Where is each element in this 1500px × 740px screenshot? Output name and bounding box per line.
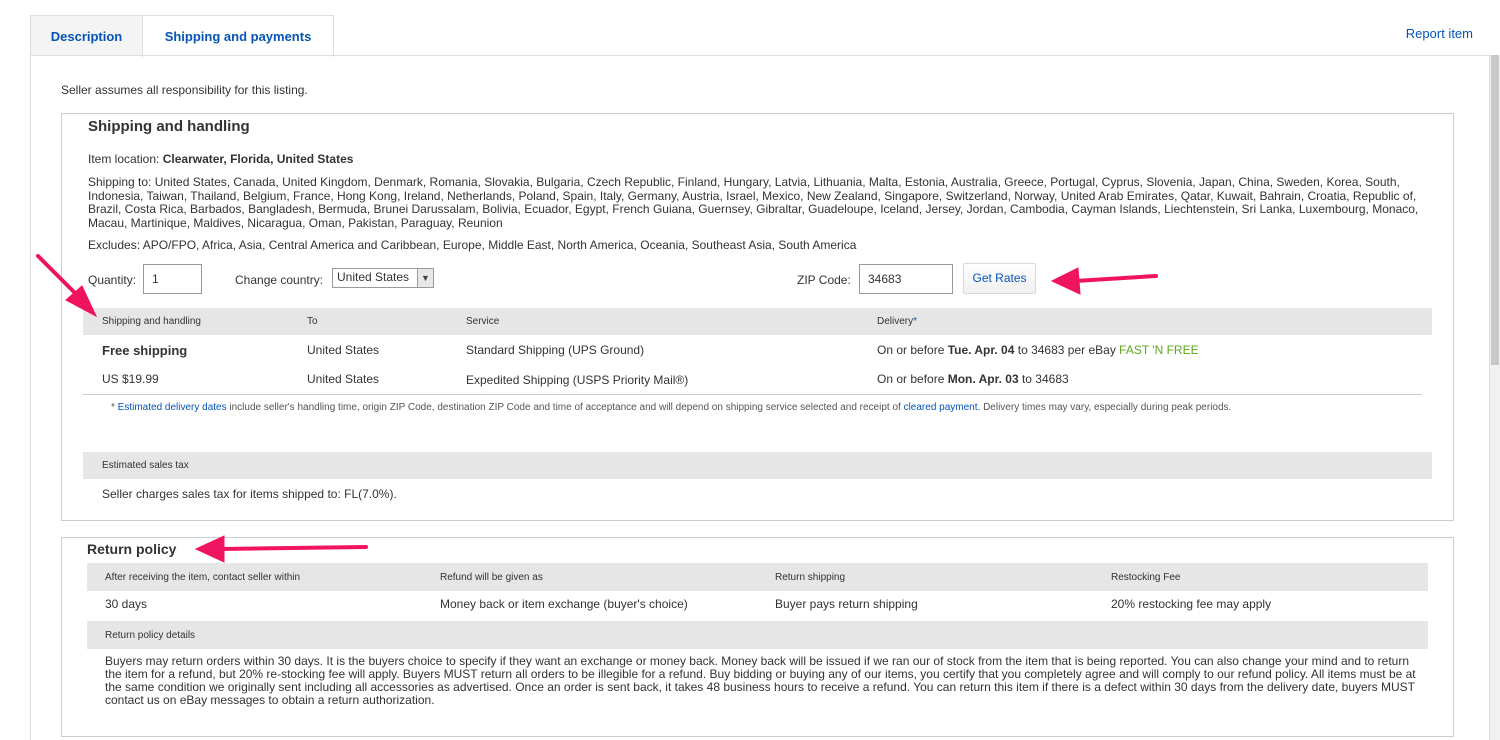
return-shipping-payer: Buyer pays return shipping — [775, 597, 918, 611]
note-end: . Delivery times may vary, especially du… — [977, 402, 1232, 413]
estimated-delivery-link[interactable]: Estimated delivery dates — [118, 402, 227, 413]
row1-delivery-date: Tue. Apr. 04 — [947, 343, 1015, 357]
col-header-service: Service — [466, 316, 500, 327]
ships-to-list: Shipping to: United States, Canada, Unit… — [88, 175, 1419, 230]
cleared-payment-link[interactable]: cleared payment — [904, 402, 978, 413]
row1-delivery-prefix: On or before — [877, 343, 948, 357]
col-header-contact-within: After receiving the item, contact seller… — [105, 572, 301, 583]
chevron-down-icon[interactable]: ▼ — [417, 269, 433, 287]
col-header-to: To — [307, 316, 318, 327]
item-location: Item location: Clearwater, Florida, Unit… — [88, 152, 353, 166]
col-header-shipping: Shipping and handling — [102, 316, 201, 327]
row2-delivery-date: Mon. Apr. 03 — [947, 372, 1019, 386]
row2-delivery-suffix: to 34683 — [1018, 372, 1069, 386]
col-header-return-shipping: Return shipping — [775, 572, 846, 583]
delivery-asterisk: * — [913, 316, 918, 327]
scrollbar[interactable] — [1490, 55, 1500, 740]
shipping-table-header — [83, 308, 1432, 335]
col-header-delivery-label: Delivery — [877, 316, 914, 327]
restocking-fee: 20% restocking fee may apply — [1111, 597, 1272, 611]
tab-shipping-and-payments[interactable]: Shipping and payments — [142, 15, 334, 57]
scrollbar-thumb[interactable] — [1491, 55, 1499, 365]
return-days: 30 days — [105, 597, 148, 611]
row2-delivery: On or before Mon. Apr. 03 to 34683 — [877, 372, 1069, 386]
divider — [83, 394, 1422, 395]
sales-tax-header-label: Estimated sales tax — [102, 460, 189, 471]
seller-responsibility-note: Seller assumes all responsibility for th… — [61, 83, 308, 97]
row1-delivery-suffix: to 34683 per eBay — [1014, 343, 1120, 357]
col-header-refund-as: Refund will be given as — [440, 572, 543, 583]
zip-label: ZIP Code: — [797, 273, 851, 287]
sales-tax-text: Seller charges sales tax for items shipp… — [102, 487, 397, 501]
row2-cost: US $19.99 — [102, 372, 159, 386]
get-rates-button[interactable]: Get Rates — [963, 263, 1036, 294]
country-select-value: United States — [337, 270, 410, 284]
excludes-list: Excludes: APO/FPO, Africa, Asia, Central… — [88, 238, 857, 252]
row2-to: United States — [307, 372, 380, 386]
return-policy-details: Buyers may return orders within 30 days.… — [105, 654, 1416, 707]
return-details-header — [87, 621, 1428, 649]
row1-service: Standard Shipping (UPS Ground) — [466, 343, 645, 357]
report-item-link[interactable]: Report item — [1406, 26, 1473, 41]
tab-description[interactable]: Description — [30, 15, 143, 56]
row2-delivery-prefix: On or before — [877, 372, 948, 386]
sales-tax-header — [83, 452, 1432, 479]
note-middle: include seller's handling time, origin Z… — [226, 402, 904, 413]
item-location-value: Clearwater, Florida, United States — [162, 152, 354, 166]
col-header-restocking-fee: Restocking Fee — [1111, 572, 1181, 583]
zip-input[interactable] — [859, 264, 953, 294]
quantity-input[interactable] — [143, 264, 202, 294]
note-star: * — [111, 402, 118, 413]
shipping-title: Shipping and handling — [88, 118, 250, 135]
return-details-header-label: Return policy details — [105, 630, 196, 641]
refund-type: Money back or item exchange (buyer's cho… — [440, 597, 688, 611]
change-country-label: Change country: — [235, 273, 324, 287]
row1-cost: Free shipping — [102, 343, 188, 358]
return-policy-title: Return policy — [87, 541, 177, 557]
quantity-label: Quantity: — [88, 273, 137, 287]
row2-service: Expedited Shipping (USPS Priority Mail®) — [466, 373, 689, 387]
row1-to: United States — [307, 343, 380, 357]
row1-delivery: On or before Tue. Apr. 04 to 34683 per e… — [877, 343, 1199, 357]
col-header-delivery: Delivery* — [877, 316, 917, 327]
delivery-estimate-note: * Estimated delivery dates include selle… — [111, 401, 1411, 414]
country-select[interactable]: United States ▼ — [332, 268, 434, 288]
item-location-label: Item location: — [88, 152, 160, 166]
fast-n-free-badge: FAST 'N FREE — [1119, 343, 1199, 357]
